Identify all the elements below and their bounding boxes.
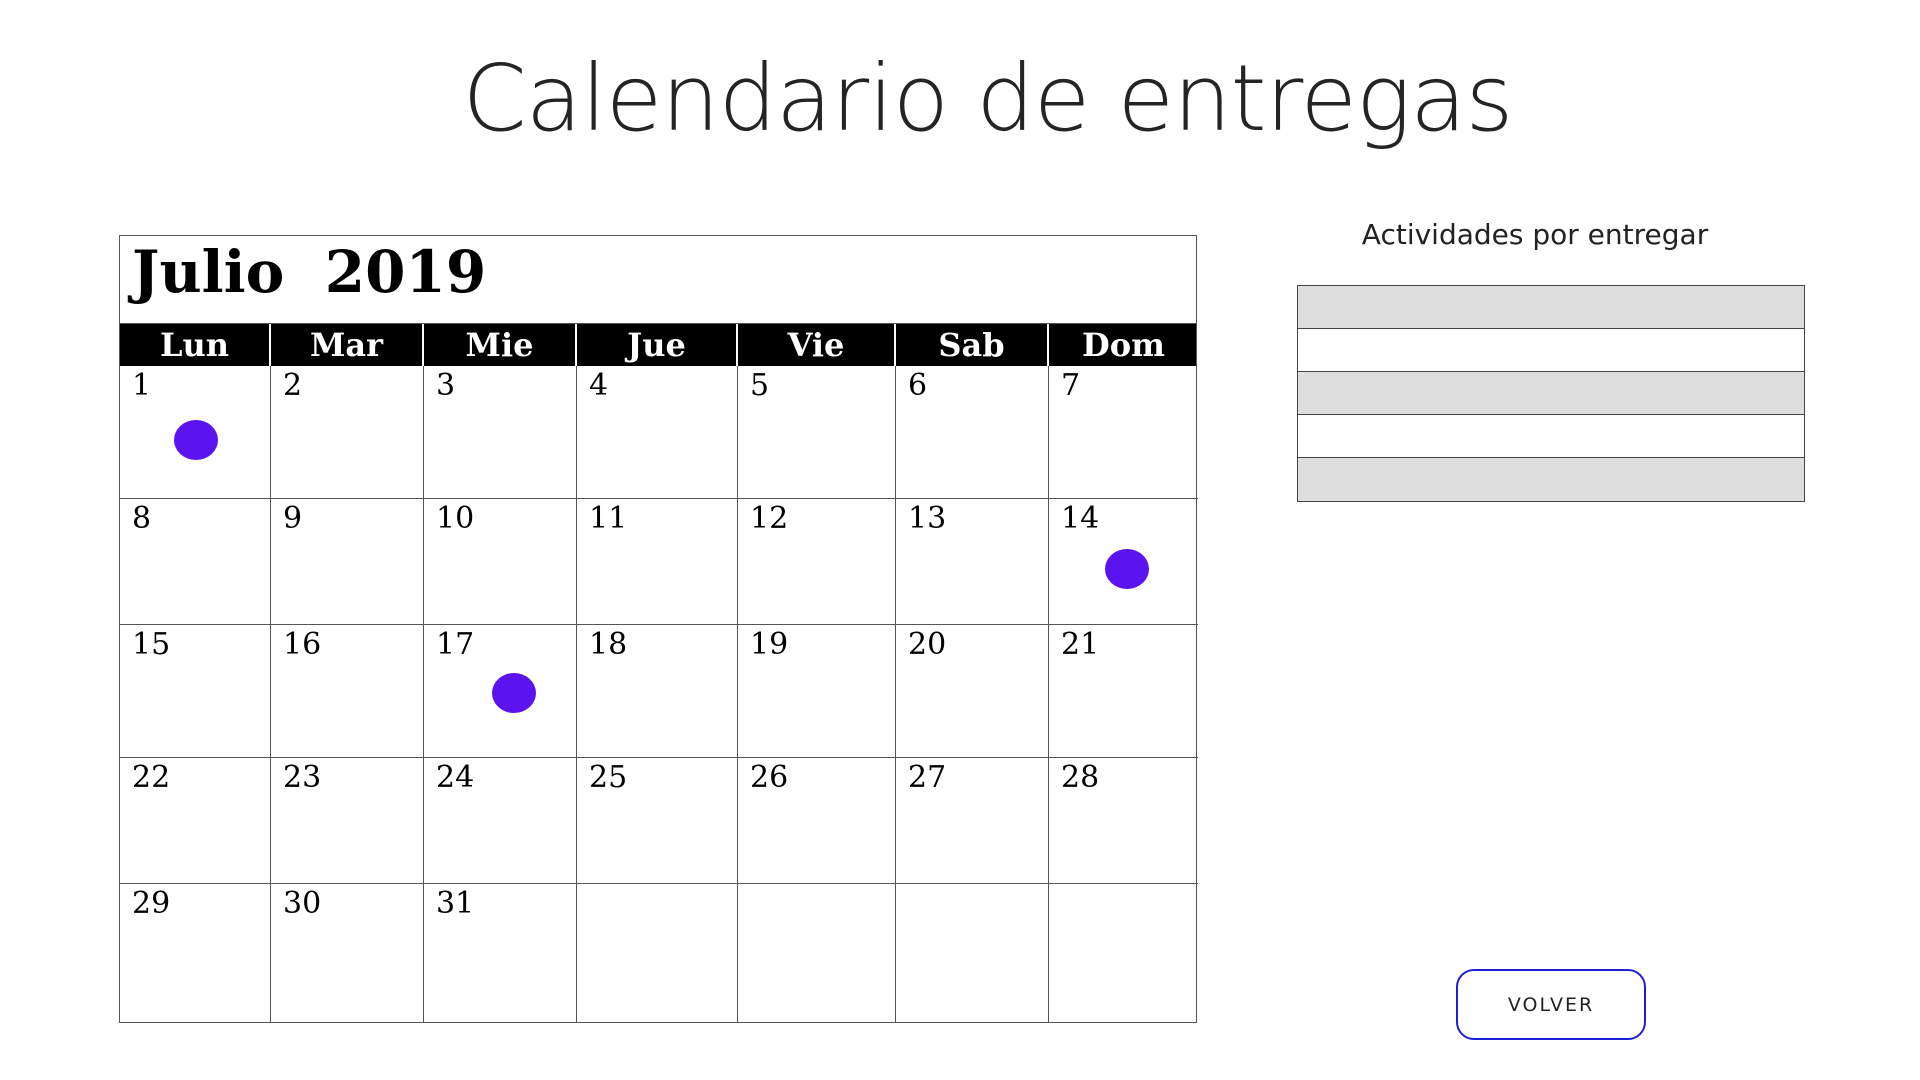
day-number: 20 — [908, 627, 947, 662]
activity-row — [1298, 286, 1804, 329]
day-cell-24[interactable]: 24 — [424, 758, 577, 884]
day-cell-9[interactable]: 9 — [271, 499, 424, 625]
day-cell-27[interactable]: 27 — [896, 758, 1049, 884]
day-number: 4 — [589, 368, 609, 403]
day-number: 12 — [750, 501, 789, 536]
weekday-jue: Jue — [577, 324, 738, 366]
page-title: Calendario de entregas — [462, 45, 1514, 152]
day-cell-20[interactable]: 20 — [896, 625, 1049, 758]
day-cell-17[interactable]: 17 — [424, 625, 577, 758]
day-number: 11 — [589, 501, 628, 536]
day-number: 28 — [1061, 760, 1100, 795]
weekday-mie: Mie — [424, 324, 577, 366]
day-cell-25[interactable]: 25 — [577, 758, 738, 884]
activity-row — [1298, 415, 1804, 458]
day-number: 8 — [132, 501, 152, 536]
empty-day-cell — [577, 884, 738, 1022]
day-cell-30[interactable]: 30 — [271, 884, 424, 1022]
day-cell-3[interactable]: 3 — [424, 366, 577, 499]
day-cell-31[interactable]: 31 — [424, 884, 577, 1022]
activities-list — [1297, 285, 1805, 502]
empty-day-cell — [1049, 884, 1198, 1022]
activity-row — [1298, 372, 1804, 415]
day-number: 24 — [436, 760, 475, 795]
day-number: 1 — [132, 368, 152, 403]
day-cell-19[interactable]: 19 — [738, 625, 896, 758]
day-number: 16 — [283, 627, 322, 662]
weekday-sab: Sab — [896, 324, 1049, 366]
day-number: 23 — [283, 760, 322, 795]
activity-row — [1298, 458, 1804, 501]
day-number: 9 — [283, 501, 303, 536]
day-number: 7 — [1061, 368, 1081, 403]
day-cell-26[interactable]: 26 — [738, 758, 896, 884]
day-cell-2[interactable]: 2 — [271, 366, 424, 499]
day-number: 25 — [589, 760, 628, 795]
month-title: Julio 2019 — [132, 238, 487, 306]
day-cell-28[interactable]: 28 — [1049, 758, 1198, 884]
activities-title: Actividades por entregar — [1361, 218, 1709, 251]
day-cell-15[interactable]: 15 — [120, 625, 271, 758]
weekday-vie: Vie — [738, 324, 896, 366]
delivery-marker-dot[interactable] — [1105, 549, 1149, 589]
day-cell-21[interactable]: 21 — [1049, 625, 1198, 758]
day-number: 15 — [132, 627, 171, 662]
empty-day-cell — [738, 884, 896, 1022]
weekday-mar: Mar — [271, 324, 424, 366]
day-cell-7[interactable]: 7 — [1049, 366, 1198, 499]
day-cell-16[interactable]: 16 — [271, 625, 424, 758]
day-number: 10 — [436, 501, 475, 536]
day-cell-10[interactable]: 10 — [424, 499, 577, 625]
day-cell-23[interactable]: 23 — [271, 758, 424, 884]
day-cell-22[interactable]: 22 — [120, 758, 271, 884]
day-number: 2 — [283, 368, 303, 403]
day-number: 5 — [750, 368, 770, 403]
day-number: 29 — [132, 886, 171, 921]
weekday-lun: Lun — [120, 324, 271, 366]
day-grid: 1 2 3 4 5 6 7 8 9 10 11 12 13 14 15 16 17 18 19 20 21 22 23 24 2… — [120, 366, 1198, 1022]
day-cell-18[interactable]: 18 — [577, 625, 738, 758]
day-cell-13[interactable]: 13 — [896, 499, 1049, 625]
activity-row — [1298, 329, 1804, 372]
day-number: 27 — [908, 760, 947, 795]
day-number: 3 — [436, 368, 456, 403]
day-number: 6 — [908, 368, 928, 403]
weekday-dom: Dom — [1082, 326, 1165, 364]
day-cell-8[interactable]: 8 — [120, 499, 271, 625]
day-number: 31 — [436, 886, 475, 921]
day-cell-5[interactable]: 5 — [738, 366, 896, 499]
calendar: Julio 2019 Lun Mar Mie Jue Vie Sab Dom 1… — [119, 235, 1198, 1023]
volver-button[interactable]: VOLVER — [1456, 969, 1646, 1040]
day-number: 22 — [132, 760, 171, 795]
day-cell-11[interactable]: 11 — [577, 499, 738, 625]
day-cell-6[interactable]: 6 — [896, 366, 1049, 499]
calendar-month-header: Julio 2019 — [120, 236, 1196, 324]
day-number: 30 — [283, 886, 322, 921]
delivery-marker-dot[interactable] — [174, 420, 218, 460]
delivery-marker-dot[interactable] — [492, 673, 536, 713]
weekday-header-row: Lun Mar Mie Jue Vie Sab Dom — [120, 324, 1196, 366]
day-cell-12[interactable]: 12 — [738, 499, 896, 625]
day-number: 21 — [1061, 627, 1100, 662]
day-number: 18 — [589, 627, 628, 662]
empty-day-cell — [896, 884, 1049, 1022]
day-cell-4[interactable]: 4 — [577, 366, 738, 499]
day-cell-14[interactable]: 14 — [1049, 499, 1198, 625]
day-number: 17 — [436, 627, 475, 662]
day-cell-29[interactable]: 29 — [120, 884, 271, 1022]
day-number: 19 — [750, 627, 789, 662]
day-number: 13 — [908, 501, 947, 536]
day-number: 26 — [750, 760, 789, 795]
day-cell-1[interactable]: 1 — [120, 366, 271, 499]
day-number: 14 — [1061, 501, 1100, 536]
